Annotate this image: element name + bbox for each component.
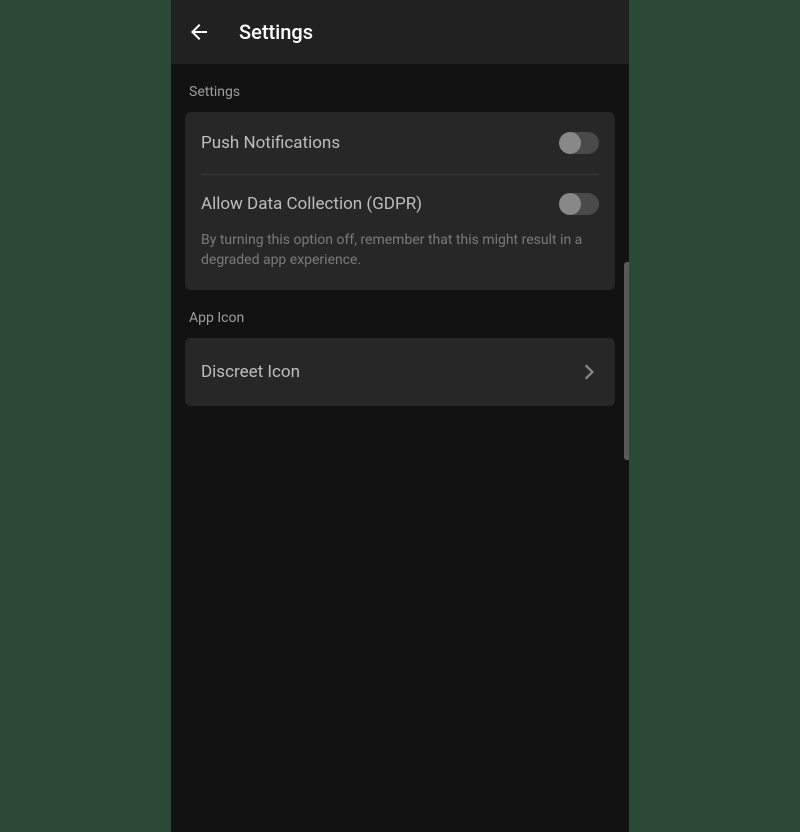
appicon-card: Discreet Icon (185, 338, 615, 406)
toggle-thumb (559, 132, 581, 154)
settings-card: Push Notifications Allow Data Collection… (185, 112, 615, 290)
arrow-left-icon (187, 20, 211, 44)
push-notifications-row: Push Notifications (185, 112, 615, 174)
chevron-right-icon (579, 362, 599, 382)
scrollbar[interactable] (624, 262, 629, 460)
app-screen: Settings Settings Push Notifications All… (171, 0, 629, 832)
discreet-icon-row[interactable]: Discreet Icon (185, 338, 615, 406)
push-notifications-toggle[interactable] (561, 132, 599, 154)
gdpr-label: Allow Data Collection (GDPR) (201, 194, 422, 214)
gdpr-row: Allow Data Collection (GDPR) (185, 179, 615, 223)
section-label-appicon: App Icon (185, 290, 615, 338)
gdpr-block: Allow Data Collection (GDPR) By turning … (185, 175, 615, 290)
gdpr-description: By turning this option off, remember tha… (185, 223, 615, 290)
section-label-settings: Settings (185, 64, 615, 112)
push-notifications-label: Push Notifications (201, 133, 340, 153)
header-bar: Settings (171, 0, 629, 64)
page-title: Settings (239, 20, 313, 44)
gdpr-toggle[interactable] (561, 193, 599, 215)
discreet-icon-label: Discreet Icon (201, 362, 300, 382)
content-area: Settings Push Notifications Allow Data C… (171, 64, 629, 406)
toggle-thumb (559, 193, 581, 215)
back-button[interactable] (187, 20, 211, 44)
